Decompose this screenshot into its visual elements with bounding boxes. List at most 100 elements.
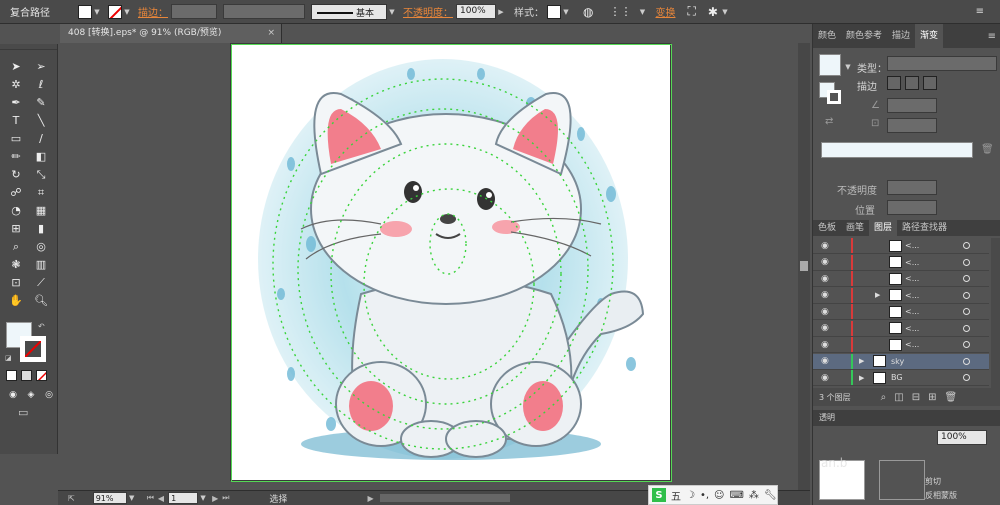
vertical-scrollbar[interactable] — [798, 43, 810, 490]
gradient-tool-icon[interactable]: ▮ — [30, 220, 52, 237]
default-colors-icon[interactable]: ◪ — [5, 354, 12, 362]
layer-name[interactable]: <... — [905, 307, 919, 316]
chevron-down-icon[interactable]: ▼ — [720, 5, 730, 19]
delete-layer-icon[interactable]: 🗑︎ — [944, 392, 957, 403]
panel-menu-icon[interactable]: ≡ — [988, 31, 996, 42]
pencil-tool-icon[interactable]: ✏ — [5, 148, 27, 165]
direct-selection-tool-icon[interactable]: ➢ — [30, 58, 52, 75]
perspective-grid-tool-icon[interactable]: ▦ — [30, 202, 52, 219]
target-circle-icon[interactable] — [963, 308, 970, 315]
gradient-type-select[interactable] — [887, 56, 997, 71]
rectangle-tool-icon[interactable]: ▭ — [5, 130, 27, 147]
layer-row[interactable]: ◉ <... — [813, 337, 989, 353]
chevron-down-icon[interactable]: ▼ — [122, 5, 132, 19]
stop-position-field[interactable] — [887, 200, 937, 215]
stroke-control[interactable]: ▼ — [108, 4, 132, 19]
layer-row[interactable]: ◉ <... — [813, 320, 989, 337]
first-artboard-icon[interactable]: ⏮ — [147, 493, 154, 503]
panel-menu-icon[interactable]: ≡ — [976, 6, 984, 17]
isolate-icon[interactable]: ⛶ — [687, 4, 695, 19]
gradient-mode-icon[interactable] — [21, 370, 32, 381]
tab-gradient[interactable]: 渐变 — [915, 24, 944, 48]
visibility-eye-icon[interactable]: ◉ — [821, 274, 831, 284]
draw-behind-icon[interactable]: ◈ — [24, 389, 38, 401]
visibility-eye-icon[interactable]: ◉ — [821, 307, 831, 317]
share-icon[interactable]: ⇱ — [68, 494, 75, 503]
visibility-eye-icon[interactable]: ◉ — [821, 356, 831, 366]
emoji-icon[interactable]: ☺ — [714, 490, 724, 501]
artboard-number-field[interactable]: 1 — [168, 492, 199, 504]
transparency-opacity-field[interactable]: 100% — [937, 430, 987, 445]
status-menu-icon[interactable]: ▶ — [367, 494, 373, 503]
mask-thumbnail[interactable] — [879, 460, 925, 500]
zoom-field[interactable]: 91% — [92, 492, 127, 504]
symbol-sprayer-tool-icon[interactable]: ❃ — [5, 256, 27, 273]
chevron-down-icon[interactable]: ▼ — [561, 5, 571, 19]
expand-triangle-icon[interactable]: ▶ — [859, 374, 864, 382]
last-artboard-icon[interactable]: ⏭ — [222, 493, 229, 503]
opacity-link[interactable]: 不透明度： — [403, 4, 453, 19]
brush-definition[interactable]: 基本 ▼ — [311, 3, 395, 20]
settings-icon[interactable]: ✱ — [708, 5, 718, 19]
chevron-down-icon[interactable]: ▼ — [92, 5, 102, 19]
target-circle-icon[interactable] — [963, 341, 970, 348]
tab-color[interactable]: 颜色 — [813, 24, 841, 48]
gradient-stroke-icon[interactable] — [827, 90, 841, 104]
target-circle-icon[interactable] — [963, 291, 970, 299]
layers-scrollbar[interactable] — [991, 238, 1000, 388]
scroll-thumb[interactable] — [800, 261, 808, 271]
horizontal-scrollbar[interactable] — [379, 494, 510, 502]
layer-row[interactable]: ◉ <... — [813, 238, 989, 254]
visibility-eye-icon[interactable]: ◉ — [821, 241, 831, 251]
variable-width-field[interactable] — [223, 4, 305, 19]
new-layer-icon[interactable]: ⊞ — [928, 392, 936, 403]
visibility-eye-icon[interactable]: ◉ — [821, 323, 831, 333]
layer-name[interactable]: <... — [905, 241, 919, 250]
draw-mode-icon[interactable]: ◉ — [6, 389, 20, 401]
paintbrush-tool-icon[interactable]: ∕ — [30, 130, 52, 147]
chevron-right-icon[interactable]: ▶ — [496, 5, 506, 19]
gradient-slider[interactable] — [821, 142, 973, 158]
artboard[interactable] — [230, 43, 672, 482]
rotate-tool-icon[interactable]: ↻ — [5, 166, 27, 183]
shape-builder-tool-icon[interactable]: ◔ — [5, 202, 27, 219]
visibility-eye-icon[interactable]: ◉ — [821, 257, 831, 267]
slice-tool-icon[interactable]: ⟋ — [30, 274, 52, 291]
recolor-icon[interactable]: ◍ — [583, 5, 593, 19]
ime-mode-label[interactable]: 五 — [671, 488, 681, 503]
expand-triangle-icon[interactable]: ▶ — [859, 357, 864, 365]
layer-row[interactable]: ◉ <... — [813, 304, 989, 320]
swap-colors-icon[interactable]: ↶ — [38, 322, 45, 331]
target-circle-icon[interactable] — [963, 242, 970, 249]
layer-row[interactable]: ◉ <... — [813, 254, 989, 271]
layer-name[interactable]: sky — [891, 357, 904, 366]
align-icon[interactable]: ⋮⋮ — [609, 5, 631, 18]
type-tool-icon[interactable]: T — [5, 112, 27, 129]
stroke-color-box[interactable] — [20, 336, 46, 362]
apps-icon[interactable]: ⁂ — [749, 490, 759, 501]
previous-artboard-icon[interactable]: ◀ — [158, 494, 164, 503]
next-artboard-icon[interactable]: ▶ — [212, 494, 218, 503]
warp-tool-icon[interactable]: ☍ — [5, 184, 27, 201]
transparency-tab[interactable]: 透明 — [813, 410, 1000, 426]
tab-brushes[interactable]: 画笔 — [841, 220, 869, 236]
clipping-mask-icon[interactable]: ◫ — [894, 392, 903, 403]
close-icon[interactable]: × — [267, 24, 275, 43]
invert-mask-label[interactable]: 反相蒙版 — [925, 490, 957, 501]
stroke-weight-field[interactable] — [171, 4, 217, 19]
layer-name[interactable]: BG — [891, 373, 903, 382]
free-transform-tool-icon[interactable]: ⌗ — [30, 184, 52, 201]
pen-tool-icon[interactable]: ✒ — [5, 94, 27, 111]
hand-tool-icon[interactable]: ✋ — [5, 292, 27, 309]
layer-name[interactable]: <... — [905, 258, 919, 267]
trash-icon[interactable]: 🗑︎ — [981, 144, 994, 155]
stop-opacity-field[interactable] — [887, 180, 937, 195]
tab-layers[interactable]: 图层 — [869, 220, 898, 236]
document-tab[interactable]: 408 [转换].eps* @ 91% (RGB/预览) × — [60, 24, 282, 43]
graphic-style-swatch[interactable] — [547, 4, 561, 19]
gradient-preview-swatch[interactable] — [819, 54, 841, 76]
stroke-within-icon[interactable] — [887, 76, 901, 90]
mesh-tool-icon[interactable]: ⊞ — [5, 220, 27, 237]
target-circle-icon[interactable] — [963, 374, 970, 381]
cat-illustration[interactable] — [231, 44, 672, 482]
